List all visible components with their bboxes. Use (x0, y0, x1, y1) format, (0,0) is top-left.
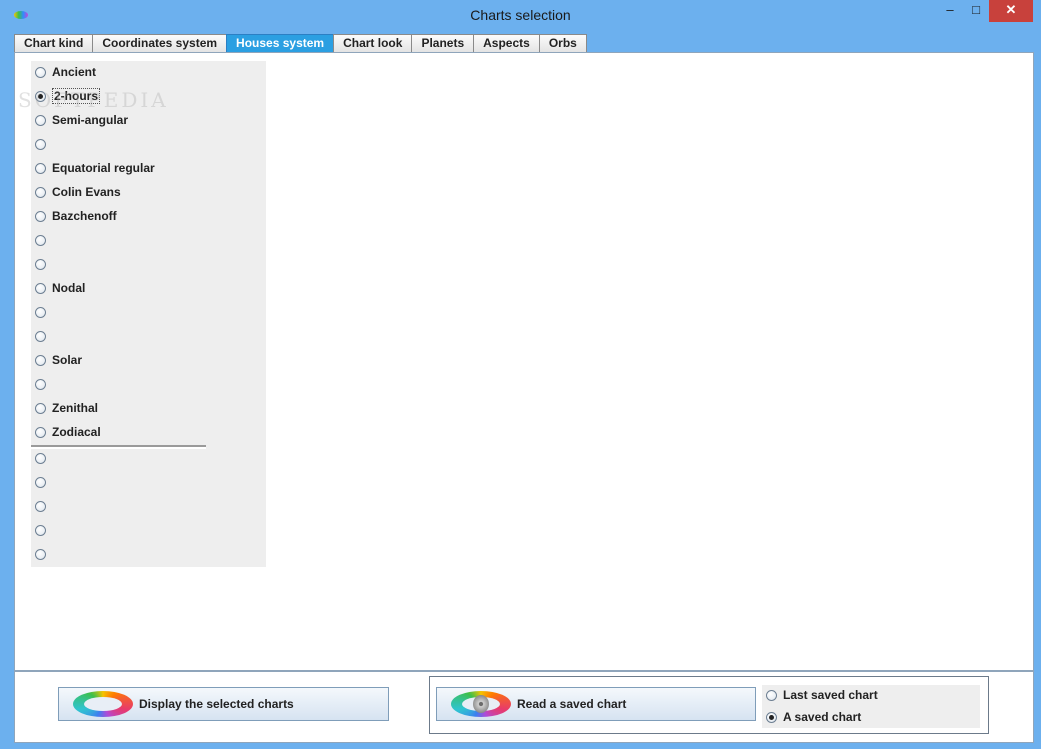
house-option-solar[interactable]: Solar (35, 350, 82, 370)
house-option-label: Zenithal (52, 401, 99, 415)
radio-button[interactable] (35, 66, 46, 78)
tab-orbs[interactable]: Orbs (538, 34, 587, 52)
radio-button[interactable] (35, 426, 46, 438)
radio-button-selected[interactable] (766, 711, 777, 723)
house-option-2-hours[interactable]: 2-hours (35, 86, 101, 106)
house-option-label: Bazchenoff (52, 209, 117, 223)
radio-button[interactable] (35, 114, 46, 126)
chart-wheel-icon (73, 691, 133, 717)
chart-wheel-disk-icon (451, 691, 511, 717)
house-option-label: Colin Evans (52, 185, 121, 199)
house-option-label: Nodal (52, 281, 86, 295)
charts-selection-window: Charts selection – □ ✕ Chart kind Coordi… (0, 0, 1041, 749)
house-option-label: Ancient (52, 65, 97, 79)
house-extra-option[interactable] (35, 472, 52, 492)
maximize-button[interactable]: □ (962, 0, 990, 22)
disk-icon (473, 695, 489, 713)
read-saved-chart-group: Read a saved chart Last saved chart A sa… (429, 676, 989, 734)
house-option-label: Equatorial regular (52, 161, 155, 175)
radio-button[interactable] (35, 210, 46, 222)
radio-button[interactable] (35, 306, 46, 318)
display-selected-charts-button[interactable]: Display the selected charts (58, 687, 389, 721)
window-title: Charts selection (470, 7, 571, 23)
radio-button[interactable] (35, 548, 46, 560)
radio-button[interactable] (35, 234, 46, 246)
house-extra-option[interactable] (35, 496, 52, 516)
tab-aspects[interactable]: Aspects (473, 34, 540, 52)
house-option-unlabeled[interactable] (35, 374, 52, 394)
close-button[interactable]: ✕ (989, 0, 1033, 22)
house-option-unlabeled[interactable] (35, 326, 52, 346)
house-extra-option[interactable] (35, 544, 52, 564)
radio-button[interactable] (35, 452, 46, 464)
house-option-unlabeled[interactable] (35, 230, 52, 250)
house-extra-option[interactable] (35, 520, 52, 540)
radio-button[interactable] (35, 476, 46, 488)
house-option-label: Semi-angular (52, 113, 129, 127)
saved-chart-options: Last saved chart A saved chart (762, 685, 980, 728)
radio-button[interactable] (35, 500, 46, 512)
house-option-unlabeled[interactable] (35, 254, 52, 274)
tab-chart-look[interactable]: Chart look (333, 34, 413, 52)
tab-chart-kind[interactable]: Chart kind (14, 34, 94, 52)
house-option-equatorial-regular[interactable]: Equatorial regular (35, 158, 155, 178)
radio-button[interactable] (35, 138, 46, 150)
house-option-ancient[interactable]: Ancient (35, 62, 96, 82)
radio-button[interactable] (35, 258, 46, 270)
radio-button[interactable] (35, 378, 46, 390)
houses-radio-group: Ancient 2-hours Semi-angular Equatorial … (31, 61, 266, 567)
option-a-saved-chart[interactable]: A saved chart (766, 707, 861, 727)
read-saved-chart-button[interactable]: Read a saved chart (436, 687, 756, 721)
house-option-zenithal[interactable]: Zenithal (35, 398, 98, 418)
radio-button[interactable] (35, 354, 46, 366)
radio-button[interactable] (35, 524, 46, 536)
house-option-nodal[interactable]: Nodal (35, 278, 85, 298)
house-option-colin-evans[interactable]: Colin Evans (35, 182, 121, 202)
houses-system-panel: Ancient 2-hours Semi-angular Equatorial … (14, 52, 1034, 671)
house-option-label: Solar (52, 353, 83, 367)
option-last-saved-chart[interactable]: Last saved chart (766, 685, 878, 705)
house-option-label: Zodiacal (52, 425, 101, 439)
radio-button[interactable] (35, 402, 46, 414)
house-option-unlabeled[interactable] (35, 134, 52, 154)
bottom-action-bar: Display the selected charts Read a saved… (14, 671, 1034, 743)
radio-button[interactable] (35, 162, 46, 174)
house-option-zodiacal[interactable]: Zodiacal (35, 422, 101, 442)
tab-houses-system[interactable]: Houses system (226, 34, 335, 52)
option-label: A saved chart (783, 710, 862, 724)
house-option-semi-angular[interactable]: Semi-angular (35, 110, 128, 130)
minimize-button[interactable]: – (936, 0, 964, 22)
option-label: Last saved chart (783, 688, 878, 702)
radio-button[interactable] (35, 330, 46, 342)
radio-button-selected[interactable] (35, 90, 46, 102)
group-separator (31, 445, 206, 449)
house-option-bazchenoff[interactable]: Bazchenoff (35, 206, 117, 226)
tab-planets[interactable]: Planets (411, 34, 475, 52)
house-option-label: 2-hours (52, 88, 101, 104)
house-extra-option[interactable] (35, 448, 52, 468)
radio-button[interactable] (766, 689, 777, 701)
house-option-unlabeled[interactable] (35, 302, 52, 322)
tab-strip: Chart kind Coordinates system Houses sys… (14, 34, 587, 52)
display-button-label: Display the selected charts (139, 697, 294, 711)
title-bar: Charts selection – □ ✕ (0, 0, 1041, 30)
tab-coordinates-system[interactable]: Coordinates system (92, 34, 228, 52)
radio-button[interactable] (35, 186, 46, 198)
read-button-label: Read a saved chart (517, 697, 627, 711)
radio-button[interactable] (35, 282, 46, 294)
